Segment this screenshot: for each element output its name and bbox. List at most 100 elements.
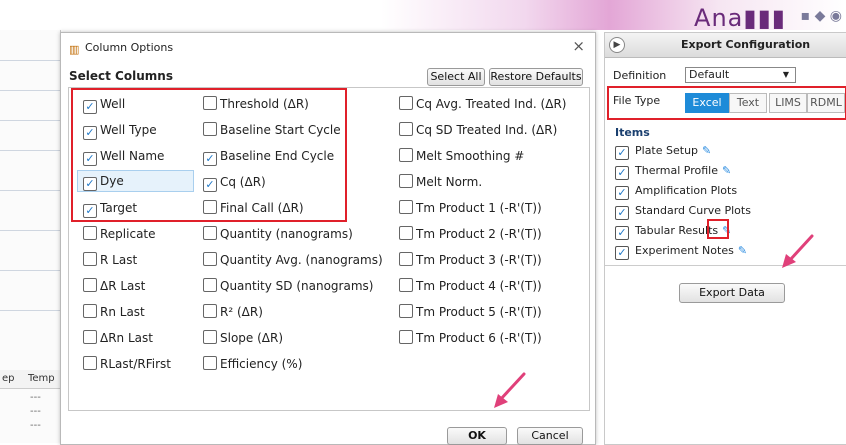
checkbox-icon[interactable] [399, 252, 413, 266]
checkbox-icon[interactable] [399, 200, 413, 214]
checkbox-checked-icon[interactable]: ✓ [615, 206, 629, 220]
column-option[interactable]: R Last [83, 250, 137, 270]
pencil-icon[interactable]: ✎ [702, 144, 711, 157]
annotation-arrow [782, 234, 814, 268]
checkbox-icon[interactable] [203, 226, 217, 240]
column-option[interactable]: Quantity Avg. (nanograms) [203, 250, 383, 270]
option-label: RLast/RFirst [100, 357, 171, 371]
export-item[interactable]: ✓ Thermal Profile ✎ [615, 164, 731, 180]
column-option[interactable]: Tm Product 4 (-R'(T)) [399, 276, 542, 296]
export-item[interactable]: ✓ Amplification Plots [615, 184, 737, 200]
column-option[interactable]: Efficiency (%) [203, 354, 302, 374]
section-heading: Select Columns [69, 69, 173, 83]
definition-value: Default [689, 68, 730, 81]
export-data-button[interactable]: Export Data [679, 283, 785, 303]
collapse-icon[interactable]: ▶ [609, 37, 625, 53]
divider [0, 310, 60, 311]
option-label: Rn Last [100, 305, 145, 319]
column-option[interactable]: Tm Product 1 (-R'(T)) [399, 198, 542, 218]
table-cell: --- [30, 392, 41, 403]
column-header[interactable]: ep [2, 373, 15, 384]
column-option[interactable]: Tm Product 2 (-R'(T)) [399, 224, 542, 244]
column-option[interactable]: ΔRn Last [83, 328, 153, 348]
checkbox-icon[interactable] [83, 330, 97, 344]
column-option[interactable]: Melt Smoothing # [399, 146, 524, 166]
checkbox-icon[interactable] [83, 252, 97, 266]
checkbox-icon[interactable] [83, 226, 97, 240]
restore-defaults-button[interactable]: Restore Defaults [489, 68, 583, 86]
close-icon[interactable]: × [572, 37, 585, 55]
checkbox-icon[interactable] [399, 148, 413, 162]
checkbox-checked-icon[interactable]: ✓ [615, 146, 629, 160]
checkbox-checked-icon[interactable]: ✓ [615, 226, 629, 240]
checkbox-icon[interactable] [203, 252, 217, 266]
checkbox-icon[interactable] [83, 304, 97, 318]
checkbox-icon[interactable] [399, 278, 413, 292]
divider [0, 270, 60, 271]
column-option[interactable]: Tm Product 5 (-R'(T)) [399, 302, 542, 322]
checkbox-icon[interactable] [203, 278, 217, 292]
column-header[interactable]: Temp [28, 373, 55, 384]
export-item[interactable]: ✓ Plate Setup ✎ [615, 144, 711, 160]
checkbox-icon[interactable] [83, 278, 97, 292]
column-option[interactable]: Slope (ΔR) [203, 328, 283, 348]
option-label: Cq SD Treated Ind. (ΔR) [416, 123, 558, 137]
column-option[interactable]: Quantity (nanograms) [203, 224, 353, 244]
option-label: Tm Product 4 (-R'(T)) [416, 279, 542, 293]
ok-button[interactable]: OK [447, 427, 507, 445]
option-label: Melt Smoothing # [416, 149, 525, 163]
option-label: Tm Product 1 (-R'(T)) [416, 201, 542, 215]
checkbox-icon[interactable] [399, 226, 413, 240]
checkbox-icon[interactable] [83, 356, 97, 370]
checkbox-icon[interactable] [399, 122, 413, 136]
export-item[interactable]: ✓ Experiment Notes ✎ [615, 244, 747, 260]
option-label: Slope (ΔR) [220, 331, 284, 345]
panel-header: ▶ Export Configuration [605, 33, 846, 58]
column-option[interactable]: Cq Avg. Treated Ind. (ΔR) [399, 94, 566, 114]
option-label: Tm Product 6 (-R'(T)) [416, 331, 542, 345]
cancel-button[interactable]: Cancel [517, 427, 583, 445]
pencil-icon[interactable]: ✎ [738, 244, 747, 257]
definition-select[interactable]: Default ▼ [685, 67, 796, 83]
toolbar-icons: ▪ ◆ ◉ [800, 8, 842, 24]
column-option[interactable]: RLast/RFirst [83, 354, 171, 374]
checkbox-checked-icon[interactable]: ✓ [615, 186, 629, 200]
option-label: ΔR Last [100, 279, 146, 293]
column-option[interactable]: R² (ΔR) [203, 302, 263, 322]
divider [0, 150, 60, 151]
option-label: Tm Product 3 (-R'(T)) [416, 253, 542, 267]
annotation-arrow [494, 372, 526, 408]
item-label: Standard Curve Plots [635, 204, 751, 217]
export-item[interactable]: ✓ Standard Curve Plots [615, 204, 751, 220]
checkbox-icon[interactable] [399, 304, 413, 318]
checkbox-icon[interactable] [399, 330, 413, 344]
column-option[interactable]: Tm Product 6 (-R'(T)) [399, 328, 542, 348]
app-logo: Ana▮▮▮ [694, 4, 786, 32]
option-label: ΔRn Last [100, 331, 153, 345]
checkbox-icon[interactable] [203, 356, 217, 370]
dialog-title-text: Column Options [85, 41, 174, 54]
option-label: Tm Product 2 (-R'(T)) [416, 227, 542, 241]
divider [0, 230, 60, 231]
checkbox-icon[interactable] [399, 174, 413, 188]
column-option[interactable]: Tm Product 3 (-R'(T)) [399, 250, 542, 270]
checkbox-checked-icon[interactable]: ✓ [615, 246, 629, 260]
checkbox-icon[interactable] [203, 330, 217, 344]
checkbox-checked-icon[interactable]: ✓ [615, 166, 629, 180]
column-option[interactable]: Cq SD Treated Ind. (ΔR) [399, 120, 557, 140]
column-option[interactable]: Quantity SD (nanograms) [203, 276, 373, 296]
option-label: Efficiency (%) [220, 357, 303, 371]
divider [0, 60, 60, 61]
column-option[interactable]: Melt Norm. [399, 172, 482, 192]
checkbox-icon[interactable] [399, 96, 413, 110]
highlight-box [707, 219, 729, 239]
select-all-button[interactable]: Select All [427, 68, 485, 86]
column-option[interactable]: Rn Last [83, 302, 145, 322]
pencil-icon[interactable]: ✎ [722, 164, 731, 177]
column-option[interactable]: Replicate [83, 224, 156, 244]
column-option[interactable]: ΔR Last [83, 276, 145, 296]
option-label: Melt Norm. [416, 175, 483, 189]
checkbox-icon[interactable] [203, 304, 217, 318]
items-title: Items [615, 126, 650, 139]
divider [0, 120, 60, 121]
